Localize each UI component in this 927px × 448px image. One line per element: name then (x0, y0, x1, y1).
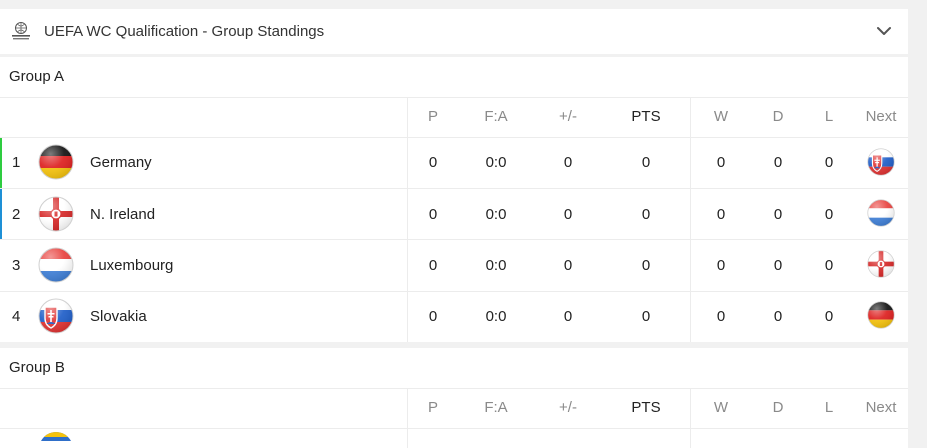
played-value: 0 (428, 154, 438, 171)
divider (0, 428, 908, 429)
points-value: 0 (641, 257, 651, 274)
played-value: 0 (428, 257, 438, 274)
luxembourg-flag-icon[interactable] (867, 199, 895, 227)
wins-value: 0 (716, 257, 726, 274)
divider (0, 188, 908, 189)
col-header-losses[interactable]: L (799, 108, 859, 125)
team-rank: 2 (12, 206, 21, 223)
goal-diff-value: 0 (563, 257, 573, 274)
column-divider (690, 388, 691, 448)
goals-value: 0:0 (485, 308, 507, 325)
uefa-wc-qualifiers-logo-icon (12, 22, 30, 40)
col-header-played[interactable]: P (403, 108, 463, 125)
losses-value: 0 (824, 257, 834, 274)
team-flag-icon (38, 431, 74, 441)
divider (0, 291, 908, 292)
losses-value: 0 (824, 308, 834, 325)
goals-value: 0:0 (485, 206, 507, 223)
team-name[interactable]: Luxembourg (90, 257, 173, 274)
northern-ireland-flag-icon[interactable] (867, 250, 895, 278)
team-rank: 3 (12, 257, 21, 274)
slovakia-flag-icon[interactable] (867, 148, 895, 176)
qualification-indicator (0, 189, 2, 239)
goal-diff-value: 0 (563, 154, 573, 171)
group-title: Group A (9, 68, 65, 85)
competition-title: UEFA WC Qualification - Group Standings (44, 23, 325, 40)
col-header-goals[interactable]: F:A (466, 399, 526, 416)
group-title: Group B (9, 359, 65, 376)
luxembourg-flag-icon (38, 247, 74, 283)
col-header-next: Next (865, 399, 897, 416)
team-name[interactable]: Slovakia (90, 308, 147, 325)
goal-diff-value: 0 (563, 308, 573, 325)
wins-value: 0 (716, 206, 726, 223)
qualification-indicator (0, 138, 2, 188)
team-rank: 1 (12, 154, 21, 171)
divider (0, 97, 908, 98)
col-header-points[interactable]: PTS (616, 399, 676, 416)
team-rank: 4 (12, 308, 21, 325)
losses-value: 0 (824, 154, 834, 171)
wins-value: 0 (716, 154, 726, 171)
wins-value: 0 (716, 308, 726, 325)
chevron-down-icon[interactable] (876, 25, 892, 37)
points-value: 0 (641, 206, 651, 223)
goals-value: 0:0 (485, 257, 507, 274)
slovakia-flag-icon (38, 298, 74, 334)
germany-flag-icon[interactable] (867, 301, 895, 329)
group-a-card: Group A P F:A +/- PTS W D L Next 1 Germa… (0, 57, 908, 342)
northern-ireland-flag-icon (38, 196, 74, 232)
team-name[interactable]: Germany (90, 154, 152, 171)
played-value: 0 (428, 206, 438, 223)
col-header-goal-diff[interactable]: +/- (538, 108, 598, 125)
col-header-wins[interactable]: W (691, 399, 751, 416)
col-header-next: Next (865, 108, 897, 125)
points-value: 0 (641, 308, 651, 325)
col-header-goal-diff[interactable]: +/- (538, 399, 598, 416)
col-header-wins[interactable]: W (691, 108, 751, 125)
divider (0, 239, 908, 240)
divider (0, 137, 908, 138)
col-header-played[interactable]: P (403, 399, 463, 416)
goals-value: 0:0 (485, 154, 507, 171)
goal-diff-value: 0 (563, 206, 573, 223)
group-b-card: Group B P F:A +/- PTS W D L Next (0, 348, 908, 448)
col-header-goals[interactable]: F:A (466, 108, 526, 125)
column-divider (407, 388, 408, 448)
played-value: 0 (428, 308, 438, 325)
divider (0, 388, 908, 389)
germany-flag-icon (38, 144, 74, 180)
points-value: 0 (641, 154, 651, 171)
competition-header[interactable]: UEFA WC Qualification - Group Standings (0, 9, 908, 54)
col-header-points[interactable]: PTS (616, 108, 676, 125)
team-name[interactable]: N. Ireland (90, 206, 155, 223)
losses-value: 0 (824, 206, 834, 223)
col-header-losses[interactable]: L (799, 399, 859, 416)
